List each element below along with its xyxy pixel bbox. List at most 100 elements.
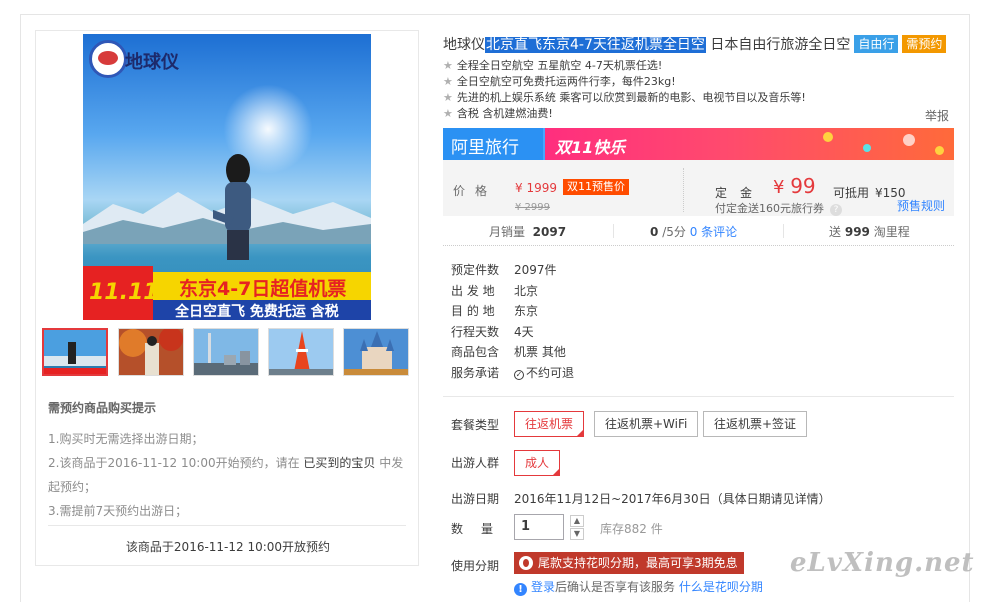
tip-line-2-cont: 起预约； [48,480,97,494]
check-circle-icon: ✓ [514,369,524,380]
presale-price: ¥ 1999 [515,181,557,195]
price-panel: 价格 ¥ 1999 双11预售价 ¥ 2999 定金 ¥ 99 可抵用 ¥150 … [443,160,954,216]
deposit-label: 定金 [715,186,766,200]
tip-line-3: 3.需提前7天预约出游日； [48,504,188,518]
login-link[interactable]: 登录 [531,580,555,594]
info-value: 机票 其他 [514,345,566,359]
stats-divider [613,224,614,238]
booking-tips: 需预约商品购买提示 1.购买时无需选择出游日期； 2.该商品于2016-11-1… [48,399,408,523]
deposit-value: 99 [790,174,816,198]
travelers-label: 出游人群 [451,456,500,470]
star-icon: ★ [443,59,453,72]
reviews-link[interactable]: 0 条评论 [690,225,737,239]
currency-symbol: ¥ [773,177,785,198]
confetti-dot [903,134,915,146]
deposit-amount: ¥ 99 [773,174,816,198]
confetti-dot [863,144,871,152]
what-is-huabei-link[interactable]: 什么是花呗分期 [679,580,763,594]
promo-slogan: 双11快乐 [555,138,626,157]
alitrip-promo-banner[interactable]: 阿里旅行 双11快乐 [443,128,954,160]
info-row: 服务承诺 ✓ 不约可退 [451,363,574,384]
presale-open-notice: 该商品于2016-11-12 10:00开放预约 [125,540,331,554]
thumb-tokyo-girl[interactable] [42,328,108,376]
rating-reviews: 0 /5分 0 条评论 [650,223,737,240]
promo-brand: 阿里旅行 [443,128,543,160]
info-key: 服务承诺 [451,365,500,380]
traveler-option-adult[interactable]: 成人 [514,450,561,476]
tip-line-1: 1.购买时无需选择出游日期； [48,432,204,446]
help-icon[interactable]: ? [830,204,842,216]
info-value: 东京 [514,304,539,318]
info-key: 预定件数 [451,263,500,277]
presale-rules-link[interactable]: 预售规则 [897,197,945,214]
rating-suffix: /5分 [662,225,686,239]
title-brand: 地球仪 [443,37,485,53]
package-option-visa[interactable]: 往返机票+签证 [703,411,808,437]
purchased-items-link[interactable]: 已买到的宝贝 [303,456,375,470]
monthly-sales-label: 月销量 [489,225,526,239]
quantity-decrease-icon[interactable]: ▼ [570,528,584,540]
feature-item: ★ 全程全日空航空 五星航空 4-7天机票任选! [443,58,806,74]
feature-text: 先进的机上娱乐系统 乘客可以欣赏到最新的电影、电视节目以及音乐等! [456,91,806,104]
thumb-tokyo-tower[interactable] [268,328,334,376]
info-value: 2097件 [514,263,557,277]
deposit-note-text: 付定金送160元旅行券 [715,202,824,215]
travel-date-label: 出游日期 [451,492,500,506]
badge-text: 11.11 [89,280,159,305]
site-watermark: eLvXing.net [790,548,975,578]
tips-divider [48,525,406,526]
info-row: 出 发 地 北京 [451,281,574,302]
main-product-image[interactable]: 地球仪 东京4-7日超值机票 全日空直飞 免费托运 含税 11.11 [83,34,371,320]
installment-button-text: 尾款支持花呗分期，最高可享3期免息 [538,556,738,570]
title-highlighted: 北京直飞东京4-7天往返机票全日空 [485,37,706,53]
tag-free-travel[interactable]: 自由行 [854,35,899,53]
info-row: 商品包含 机票 其他 [451,342,574,363]
feature-text: 含税 含机建燃油费! [456,107,553,120]
product-title: 地球仪北京直飞东京4-7天往返机票全日空 日本自由行旅游全日空 自由行 需预约 [443,34,947,54]
quantity-increase-icon[interactable]: ▲ [570,515,584,527]
info-value: 不约可退 [526,365,575,380]
feature-text: 全程全日空航空 五星航空 4-7天机票任选! [456,59,663,72]
thumb-skytree[interactable] [193,328,259,376]
report-link[interactable]: 举报 [925,107,949,124]
info-key: 目 的 地 [451,304,495,318]
monthly-sales: 月销量 2097 [489,223,566,240]
promo-brand-text: 阿里旅行 [451,138,519,158]
tag-reservation-required[interactable]: 需预约 [902,35,947,53]
offset-label: 可抵用 [833,186,870,200]
star-icon: ★ [443,75,453,88]
quantity-input[interactable]: 1 [514,514,564,540]
info-row: 目 的 地 东京 [451,301,574,322]
thumb-disney-castle[interactable] [343,328,409,376]
brand-logo-icon [89,40,127,78]
brand-logo-text: 地球仪 [125,52,179,73]
thumb-kimono[interactable] [118,328,184,376]
tip-line-2: 2.该商品于2016-11-12 10:00开始预约，请在 已买到的宝贝 中发 [48,451,408,475]
presale-badge: 双11预售价 [563,179,629,195]
info-key: 行程天数 [451,324,500,339]
mileage-suffix: 淘里程 [873,225,910,239]
monthly-sales-value: 2097 [532,225,567,239]
package-option-wifi[interactable]: 往返机票+WiFi [594,411,699,437]
original-price: ¥ 2999 [515,202,550,213]
package-type-label: 套餐类型 [451,418,500,432]
quantity-label: 数量 [451,522,512,536]
feature-item: ★ 先进的机上娱乐系统 乘客可以欣赏到最新的电影、电视节目以及音乐等! [443,90,806,106]
stock-count: 库存882 件 [600,522,663,536]
price-divider [683,168,684,212]
deposit-note: 付定金送160元旅行券? [715,200,842,216]
confetti-dot [823,132,833,142]
info-value: 北京 [514,283,539,298]
banner-text-main: 东京4-7日超值机票 [179,278,347,300]
login-hint-text: 后确认是否享有该服务 [555,580,676,594]
deposit-offset: 可抵用 ¥150 [833,184,906,201]
tip-line-2-text: 2.该商品于2016-11-12 10:00开始预约，请在 [48,456,300,470]
package-option-roundtrip[interactable]: 往返机票 [514,411,585,437]
thumbnail-strip [42,328,412,378]
info-key: 商品包含 [451,345,500,359]
feature-text: 全日空航空可免费托运两件行李，每件23kg! [456,75,676,88]
huabei-installment-button[interactable]: 尾款支持花呗分期，最高可享3期免息 [514,552,744,574]
star-icon: ★ [443,107,453,120]
rating-value: 0 [650,225,659,239]
info-row: 预定件数 2097件 [451,260,574,281]
